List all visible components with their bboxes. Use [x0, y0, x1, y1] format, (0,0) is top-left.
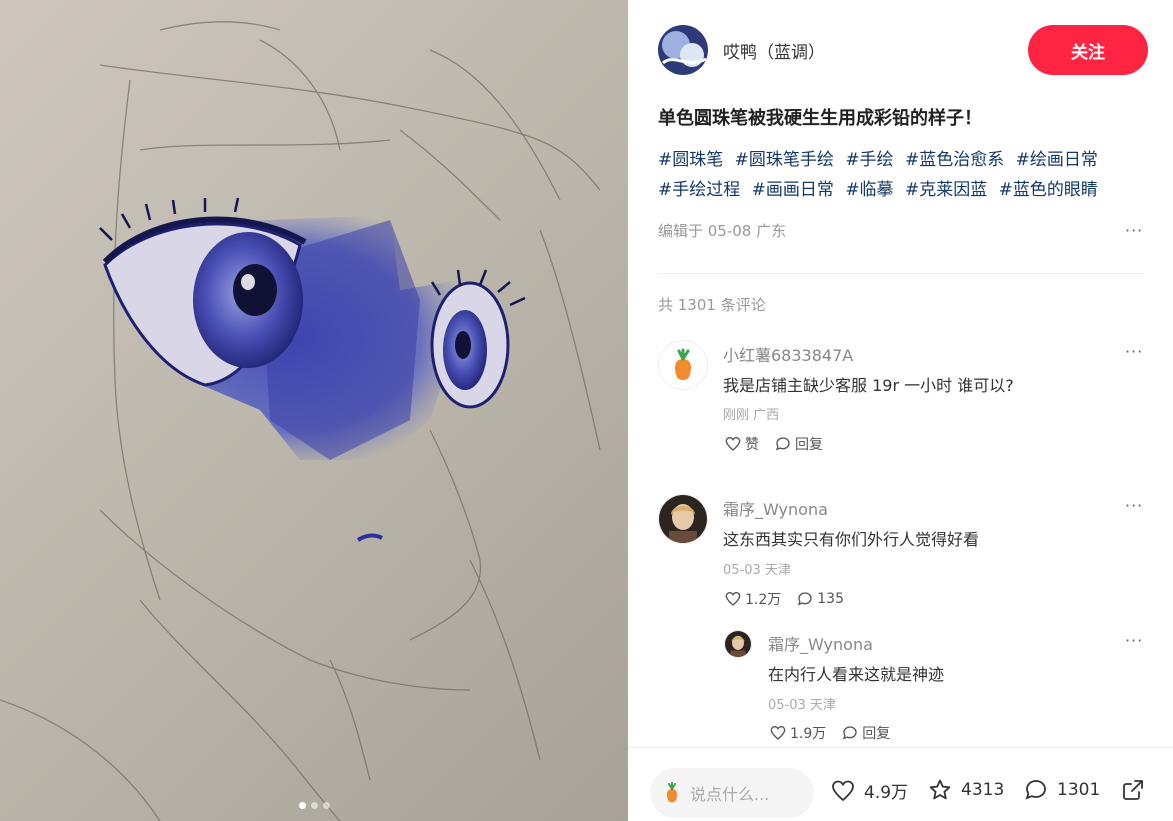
- comment-text: 这东西其实只有你们外行人觉得好看: [723, 530, 980, 549]
- reply-more-icon[interactable]: ···: [1125, 631, 1143, 650]
- comment-more-icon[interactable]: ···: [1125, 342, 1143, 361]
- author-avatar[interactable]: [658, 25, 708, 75]
- hashtag[interactable]: #蓝色治愈系: [905, 150, 1004, 170]
- hashtag[interactable]: #圆珠笔手绘: [735, 150, 834, 170]
- comment-item: 霜序_Wynona ··· 这东西其实只有你们外行人觉得好看 05-03 天津 …: [658, 494, 1145, 624]
- carousel-dot[interactable]: [298, 802, 306, 809]
- comment-reply-count: 135: [817, 591, 844, 607]
- reply-bubble-icon: [798, 592, 812, 606]
- reply-bubble-icon: [843, 726, 857, 740]
- hashtag[interactable]: #手绘过程: [658, 180, 740, 200]
- hashtag[interactable]: #手绘: [845, 150, 893, 170]
- collect-button[interactable]: 4313: [927, 778, 1004, 802]
- post-title: 单色圆珠笔被我硬生生用成彩铅的样子！: [658, 108, 982, 129]
- commenter-name[interactable]: 霜序_Wynona: [723, 496, 828, 520]
- author-row: 哎鸭（蓝调） 关注: [658, 25, 1148, 75]
- comment-reply-label: 回复: [795, 437, 823, 453]
- reply-actions: 1.9万 回复: [770, 723, 906, 743]
- divider: [658, 273, 1145, 274]
- like-count: 4.9万: [864, 783, 909, 803]
- comment-text: 我是店铺主缺少客服 19r 一小时 谁可以?: [723, 376, 1014, 395]
- comment-count: 共 1301 条评论: [658, 296, 766, 314]
- hashtag[interactable]: #克莱因蓝: [905, 180, 987, 200]
- reply-meta: 05-03 天津: [768, 698, 836, 713]
- comment-button[interactable]: 1301: [1023, 778, 1100, 802]
- heart-icon: [725, 436, 741, 451]
- comment-reply-button[interactable]: 回复: [775, 434, 823, 454]
- hashtag[interactable]: #绘画日常: [1016, 150, 1098, 170]
- replier-name[interactable]: 霜序_Wynona: [768, 631, 873, 655]
- hashtag[interactable]: #蓝色的眼睛: [999, 180, 1098, 200]
- follow-button[interactable]: 关注: [1028, 25, 1148, 75]
- comment-input[interactable]: 说点什么...: [650, 768, 814, 818]
- like-button[interactable]: 4.9万: [830, 778, 908, 803]
- post-edit-meta: 编辑于 05-08 广东: [658, 222, 787, 240]
- comment-like-button[interactable]: 赞: [725, 434, 759, 454]
- reply-item: 霜序_Wynona ··· 在内行人看来这就是神迹 05-03 天津 1.9万 …: [724, 630, 1145, 746]
- artwork-sketch: [0, 21, 601, 821]
- post-more-icon[interactable]: ···: [1125, 221, 1143, 240]
- hashtag[interactable]: #临摹: [845, 180, 893, 200]
- comment-like-count: 1.2万: [745, 592, 782, 608]
- share-icon: [1123, 780, 1143, 800]
- reply-reply-label: 回复: [862, 726, 891, 742]
- hashtag[interactable]: #画画日常: [752, 180, 834, 200]
- post-image[interactable]: [0, 0, 628, 821]
- author-name[interactable]: 哎鸭（蓝调）: [723, 38, 825, 63]
- engagement-bar: 说点什么... 4.9万 4313 1301: [628, 747, 1173, 821]
- heart-icon: [832, 780, 854, 801]
- post-detail-panel: 哎鸭（蓝调） 关注 单色圆珠笔被我硬生生用成彩铅的样子！ #圆珠笔 #圆珠笔手绘…: [628, 0, 1173, 821]
- carousel-indicator: [0, 802, 628, 809]
- comment-reply-button[interactable]: 135: [797, 591, 844, 607]
- comment-like-button[interactable]: 1.2万: [725, 589, 781, 609]
- comment-total-count: 1301: [1057, 780, 1101, 800]
- comment-more-icon[interactable]: ···: [1125, 496, 1143, 515]
- reply-reply-button[interactable]: 回复: [842, 723, 890, 743]
- comment-actions: 1.2万 135: [725, 589, 860, 609]
- carousel-dot[interactable]: [322, 802, 330, 809]
- heart-icon: [770, 725, 786, 740]
- carrot-icon: [659, 341, 707, 389]
- comment-bubble-icon: [1025, 780, 1046, 800]
- replier-avatar[interactable]: [724, 630, 752, 658]
- reply-text: 在内行人看来这就是神迹: [768, 665, 945, 684]
- commenter-avatar[interactable]: [658, 494, 708, 544]
- hashtag-list: #圆珠笔 #圆珠笔手绘 #手绘 #蓝色治愈系 #绘画日常 #手绘过程 #画画日常…: [658, 145, 1158, 205]
- star-icon: [929, 779, 951, 800]
- hashtag[interactable]: #圆珠笔: [658, 150, 723, 170]
- commenter-avatar[interactable]: [658, 340, 708, 390]
- comment-item: 小红薯6833847A ··· 我是店铺主缺少客服 19r 一小时 谁可以? 刚…: [658, 340, 1145, 470]
- comment-meta: 05-03 天津: [723, 563, 791, 578]
- reply-bubble-icon: [775, 437, 790, 451]
- comment-input-placeholder: 说点什么...: [690, 785, 770, 804]
- share-button[interactable]: [1120, 778, 1154, 802]
- carrot-icon: [667, 782, 677, 803]
- reply-like-count: 1.9万: [790, 726, 827, 742]
- heart-icon: [725, 591, 741, 606]
- comment-like-label: 赞: [745, 437, 759, 453]
- reply-like-button[interactable]: 1.9万: [770, 723, 826, 743]
- comment-actions: 赞 回复: [725, 434, 839, 454]
- collect-count: 4313: [961, 780, 1005, 800]
- carousel-dot[interactable]: [310, 802, 318, 809]
- commenter-name[interactable]: 小红薯6833847A: [723, 342, 853, 366]
- comment-meta: 刚刚 广西: [723, 408, 780, 423]
